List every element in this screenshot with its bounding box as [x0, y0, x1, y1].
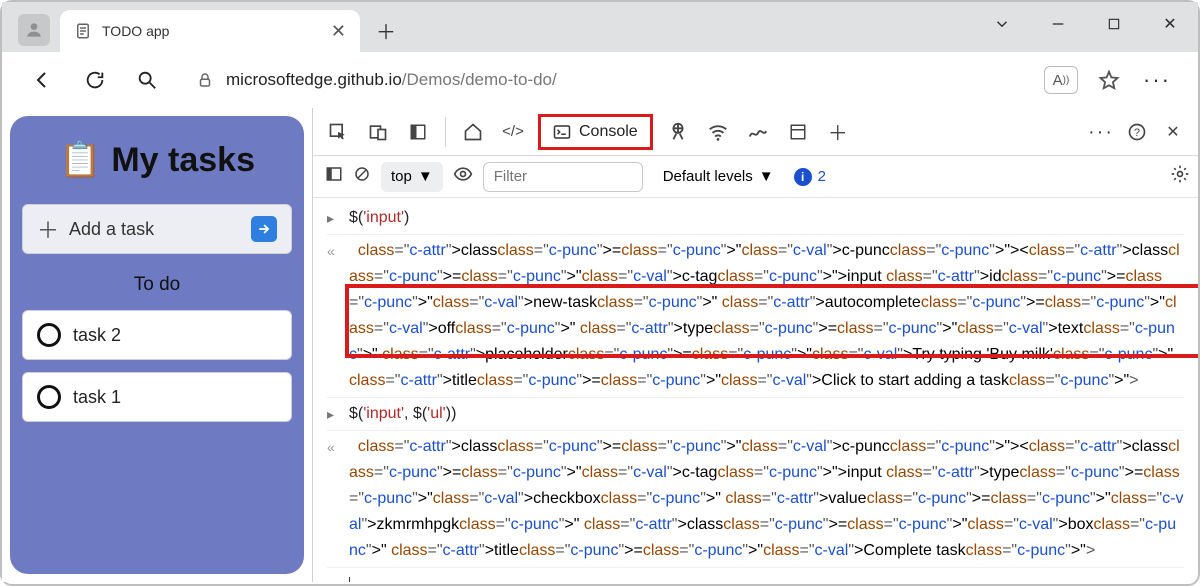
chevron-down-icon: ▼ — [759, 168, 774, 185]
result-icon[interactable]: « — [327, 238, 349, 264]
console-input-line: ▸ $('input', $('ul')) — [327, 398, 1184, 431]
profile-button[interactable] — [18, 14, 50, 46]
url-text: microsoftedge.github.io/Demos/demo-to-do… — [226, 70, 557, 90]
more-button[interactable]: ··· — [1140, 63, 1174, 97]
dock-side-button[interactable] — [403, 117, 433, 147]
document-icon — [74, 22, 92, 40]
page-viewport: 📋 My tasks ＋ Add a task To do task 2 tas… — [2, 108, 312, 582]
chevron-down-icon: ▼ — [418, 168, 433, 185]
browser-toolbar: microsoftedge.github.io/Demos/demo-to-do… — [2, 52, 1198, 108]
svg-text:?: ? — [1134, 127, 1140, 139]
checkbox-empty-icon[interactable] — [37, 323, 61, 347]
devtools-close-button[interactable]: ✕ — [1158, 117, 1188, 147]
console-output[interactable]: ▸ $('input') �くぃ « class="c-attr">classc… — [313, 198, 1198, 582]
console-tab-label: Console — [579, 123, 638, 141]
devtools-panel: </> Console ＋ ··· ? ✕ top ▼ — [312, 108, 1198, 582]
back-button[interactable] — [26, 63, 60, 97]
window-controls: ✕ — [988, 10, 1184, 38]
task-row[interactable]: task 1 — [22, 372, 292, 422]
expand-icon[interactable]: ▸ — [327, 401, 349, 427]
console-icon — [553, 123, 571, 141]
elements-tab[interactable]: </> — [498, 117, 528, 147]
app-title: My tasks — [111, 141, 255, 180]
device-toolbar-button[interactable] — [363, 117, 393, 147]
console-output-line: « class="c-attr">classclass="c-punc">=cl… — [327, 235, 1184, 398]
toggle-sidebar-button[interactable] — [325, 165, 343, 188]
add-task-label: Add a task — [69, 219, 241, 240]
minimize-button[interactable] — [1044, 10, 1072, 38]
maximize-button[interactable] — [1100, 10, 1128, 38]
app-header: 📋 My tasks — [22, 140, 292, 180]
task-label: task 1 — [73, 387, 121, 408]
clear-console-button[interactable] — [353, 165, 371, 188]
console-tab[interactable]: Console — [538, 114, 653, 150]
text-cursor — [349, 577, 350, 582]
console-settings-button[interactable] — [1170, 164, 1190, 189]
performance-tab[interactable] — [743, 117, 773, 147]
read-aloud-button[interactable]: A)) — [1044, 66, 1078, 94]
workspace: 📋 My tasks ＋ Add a task To do task 2 tas… — [2, 108, 1198, 582]
inspect-element-button[interactable] — [323, 117, 353, 147]
result-icon[interactable]: « — [327, 434, 349, 460]
clipboard-icon: 📋 — [59, 140, 101, 180]
levels-label: Default levels — [663, 168, 753, 185]
sources-tab[interactable] — [663, 117, 693, 147]
tab-close-button[interactable]: ✕ — [331, 21, 346, 42]
separator — [445, 117, 446, 147]
refresh-button[interactable] — [78, 63, 112, 97]
submit-task-button[interactable] — [251, 216, 277, 242]
close-window-button[interactable]: ✕ — [1156, 10, 1184, 38]
filter-input[interactable] — [483, 162, 643, 192]
levels-selector[interactable]: Default levels ▼ — [663, 168, 774, 185]
issues-badge[interactable]: i 2 — [794, 168, 826, 186]
issue-count: 2 — [818, 168, 826, 185]
console-input-line: ▸ $('input') — [327, 202, 1184, 235]
application-tab[interactable] — [783, 117, 813, 147]
task-row[interactable]: task 2 — [22, 310, 292, 360]
search-button[interactable] — [130, 63, 164, 97]
section-heading: To do — [22, 274, 292, 296]
context-label: top — [391, 168, 412, 185]
app-card: 📋 My tasks ＋ Add a task To do task 2 tas… — [10, 116, 304, 574]
welcome-tab[interactable] — [458, 117, 488, 147]
console-toolbar: top ▼ Default levels ▼ i 2 — [313, 156, 1198, 198]
live-expression-button[interactable] — [453, 164, 473, 189]
browser-titlebar: TODO app ✕ ＋ ✕ — [2, 2, 1198, 52]
chevron-down-icon[interactable] — [988, 10, 1016, 38]
info-icon: i — [794, 168, 812, 186]
devtools-more-button[interactable]: ··· — [1086, 117, 1116, 147]
expand-icon[interactable]: ▸ — [327, 205, 349, 231]
lock-icon — [196, 71, 214, 89]
more-tabs-button[interactable]: ＋ — [823, 117, 853, 147]
address-bar[interactable]: microsoftedge.github.io/Demos/demo-to-do… — [182, 60, 1026, 100]
checkbox-empty-icon[interactable] — [37, 385, 61, 409]
plus-icon: ＋ — [37, 213, 59, 245]
devtools-help-button[interactable]: ? — [1122, 117, 1152, 147]
task-label: task 2 — [73, 325, 121, 346]
console-output-line: « class="c-attr">classclass="c-punc">=cl… — [327, 431, 1184, 568]
favorite-button[interactable] — [1092, 63, 1126, 97]
devtools-tabstrip: </> Console ＋ ··· ? ✕ — [313, 108, 1198, 156]
browser-tab-active[interactable]: TODO app ✕ — [60, 10, 360, 52]
tab-title: TODO app — [102, 23, 321, 39]
network-tab[interactable] — [703, 117, 733, 147]
context-selector[interactable]: top ▼ — [381, 162, 443, 192]
new-tab-button[interactable]: ＋ — [368, 12, 404, 48]
add-task-input[interactable]: ＋ Add a task — [22, 204, 292, 254]
person-icon — [24, 20, 44, 40]
console-prompt[interactable]: › — [327, 568, 1184, 582]
